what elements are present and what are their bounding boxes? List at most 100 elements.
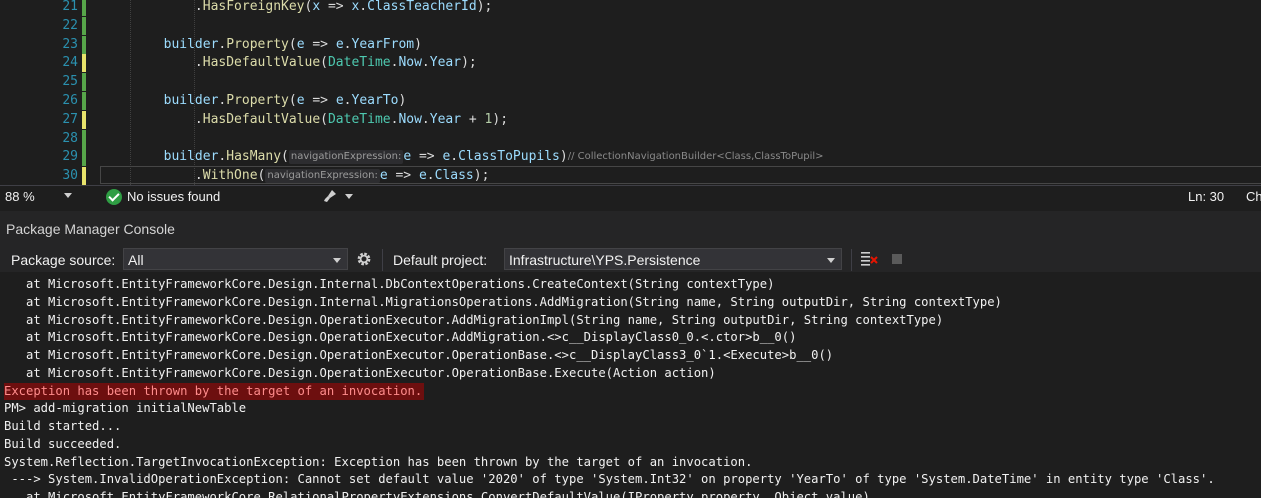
chevron-down-icon	[333, 258, 341, 263]
code-token: .	[101, 0, 203, 14]
code-token: Now	[398, 111, 422, 127]
console-line: Build succeeded.	[4, 436, 122, 451]
line-number: 29	[62, 149, 78, 165]
code-line[interactable]: 25	[0, 73, 1261, 92]
code-token: (	[320, 55, 328, 71]
code-token: (	[257, 168, 266, 184]
console-line: at Microsoft.EntityFrameworkCore.Design.…	[4, 294, 1002, 309]
console-output[interactable]: at Microsoft.EntityFrameworkCore.Design.…	[0, 272, 1261, 498]
code-token: .	[101, 55, 203, 71]
code-token: Property	[226, 93, 289, 108]
cleanup-dropdown-icon[interactable]	[345, 194, 353, 199]
code-text: .WithOne(navigationExpression: e => e.Cla…	[101, 167, 489, 185]
code-token: HasForeignKey	[202, 0, 305, 14]
code-editor[interactable]: 21 .HasForeignKey(x => x.ClassTeacherId)…	[0, 0, 1261, 185]
code-token: .	[421, 55, 430, 71]
code-token: ClassToPupils	[458, 149, 560, 165]
default-project-label: Default project:	[393, 252, 488, 268]
code-line[interactable]: 21 .HasForeignKey(x => x.ClassTeacherId)…	[0, 0, 1261, 16]
code-token: .	[426, 168, 435, 184]
code-token: builder	[163, 36, 219, 52]
code-token: DateTime	[327, 111, 391, 127]
change-marker	[82, 73, 86, 92]
code-token: .	[343, 93, 352, 108]
code-token: x	[312, 0, 321, 14]
code-text: .HasForeignKey(x => x.ClassTeacherId);	[101, 0, 492, 16]
code-line[interactable]: 26 builder.Property(e => e.YearTo)	[0, 92, 1261, 110]
column-indicator[interactable]: Ch	[1246, 189, 1261, 204]
code-text: builder.Property(e => e.YearTo)	[101, 92, 407, 110]
code-token: YearTo	[351, 93, 399, 108]
panel-title: Package Manager Console	[6, 221, 175, 237]
line-number: 26	[62, 93, 78, 108]
package-source-dropdown[interactable]: All	[123, 248, 348, 270]
code-line[interactable]: 24 .HasDefaultValue(DateTime.Now.Year);	[0, 54, 1261, 73]
package-manager-console: Package Manager Console Package source: …	[0, 211, 1261, 498]
console-line: at Microsoft.EntityFrameworkCore.Design.…	[4, 348, 834, 362]
code-line[interactable]: 27 .HasDefaultValue(DateTime.Now.Year + …	[0, 110, 1261, 129]
chevron-down-icon	[827, 258, 835, 263]
change-marker	[82, 167, 86, 185]
toolbar-separator	[851, 249, 852, 271]
code-token: HasDefaultValue	[202, 111, 321, 127]
package-source-label: Package source:	[11, 252, 116, 268]
code-token: e	[335, 36, 344, 52]
code-token: (	[281, 149, 289, 165]
code-token: =>	[304, 36, 336, 52]
default-project-dropdown[interactable]: Infrastructure\YPS.Persistence	[504, 248, 842, 270]
code-text: .HasDefaultValue(DateTime.Now.Year);	[101, 54, 477, 72]
code-line[interactable]: 30 .WithOne(navigationExpression: e => e.…	[0, 167, 1261, 185]
gear-icon[interactable]	[355, 250, 373, 268]
code-token: ClassTeacherId	[367, 0, 477, 14]
code-token: .	[101, 111, 203, 127]
console-line: at Microsoft.EntityFrameworkCore.Design.…	[4, 330, 797, 345]
console-line: PM> add-migration initialNewTable	[4, 401, 247, 416]
code-text: builder. HasMany(navigationExpression: e =…	[101, 148, 824, 166]
code-token: );	[492, 111, 509, 127]
stop-icon[interactable]	[892, 254, 902, 264]
zoom-dropdown-icon[interactable]	[64, 193, 72, 198]
code-line[interactable]: 28	[0, 129, 1261, 148]
code-token: Property	[226, 36, 289, 52]
code-token: e	[403, 149, 412, 165]
code-token: Year	[429, 111, 462, 127]
code-token: e	[418, 168, 427, 184]
line-number: 23	[62, 36, 78, 52]
code-text: .HasDefaultValue(DateTime.Now.Year + 1);	[101, 111, 508, 129]
line-number: 24	[62, 55, 78, 71]
code-token: .	[450, 149, 459, 165]
code-token: WithOne	[202, 168, 258, 184]
line-number: 28	[62, 130, 78, 146]
code-line[interactable]: 29 builder. HasMany(navigationExpression:…	[0, 148, 1261, 167]
console-error-line: Exception has been thrown by the target …	[4, 382, 425, 401]
console-toolbar: Package source: All Default project: Inf…	[0, 246, 1261, 272]
code-token: builder	[163, 149, 219, 165]
code-token: +	[461, 111, 485, 127]
change-marker	[82, 0, 86, 16]
line-number: 27	[62, 111, 78, 127]
line-number-indicator[interactable]: Ln: 30	[1188, 189, 1224, 204]
change-marker	[82, 54, 86, 73]
code-line[interactable]: 23 builder.Property(e => e.YearFrom)	[0, 35, 1261, 54]
console-line: System.Reflection.TargetInvocationExcept…	[4, 454, 753, 469]
console-line: Build started...	[4, 419, 122, 433]
package-source-value: All	[128, 252, 144, 268]
issues-status[interactable]: No issues found	[127, 189, 220, 204]
line-number: 30	[62, 168, 78, 184]
code-token: =>	[411, 149, 443, 165]
change-marker	[82, 92, 86, 110]
code-token: DateTime	[327, 55, 391, 71]
line-number: 21	[62, 0, 78, 14]
code-line[interactable]: 22	[0, 16, 1261, 35]
code-token: e	[296, 36, 305, 52]
zoom-level[interactable]: 88 %	[5, 189, 35, 204]
code-token: (	[320, 111, 328, 127]
toolbar-separator	[382, 249, 383, 271]
code-token: )	[398, 93, 407, 108]
change-marker	[82, 129, 86, 148]
code-cleanup-brush-icon[interactable]	[322, 188, 338, 204]
clear-console-icon[interactable]	[860, 250, 878, 268]
